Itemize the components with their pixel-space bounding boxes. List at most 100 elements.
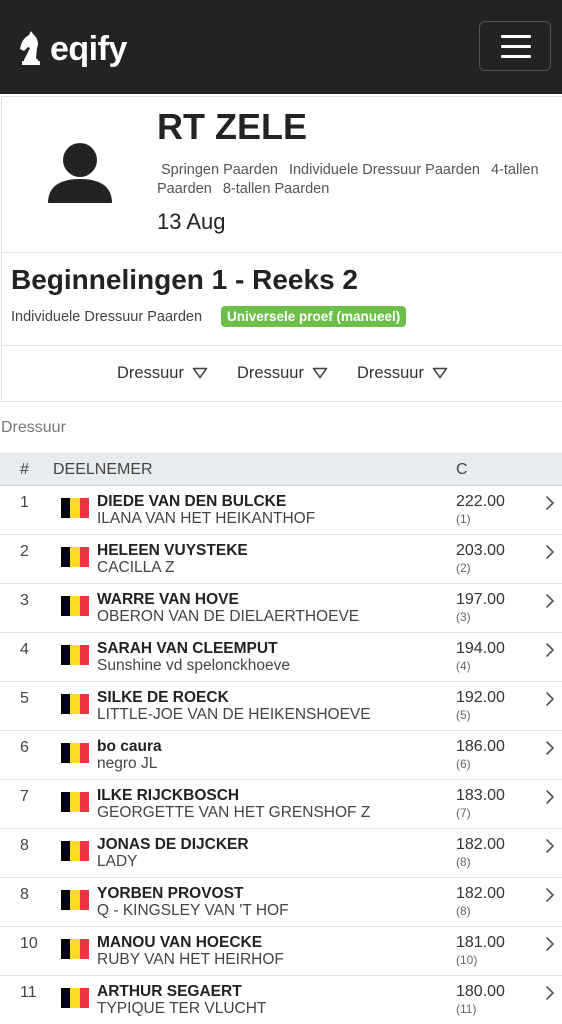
- hamburger-menu-button[interactable]: [479, 21, 551, 71]
- rider-name: MANOU VAN HOECKE: [97, 934, 263, 951]
- filter-dropdown-2[interactable]: Dressuur: [237, 363, 328, 383]
- horse-name: OBERON VAN DE DIELAERTHOEVE: [97, 608, 360, 625]
- score-placing: (6): [456, 757, 471, 771]
- hamburger-line: [501, 45, 531, 48]
- chevron-right-icon[interactable]: [544, 789, 556, 805]
- score-value: 194.00: [456, 640, 505, 657]
- score-placing: (4): [456, 659, 471, 673]
- horse-name: GEORGETTE VAN HET GRENSHOF Z: [97, 804, 371, 821]
- event-date: 13 Aug: [157, 209, 226, 234]
- table-row[interactable]: 7 ILKE RIJCKBOSCH GEORGETTE VAN HET GRENSH…: [0, 780, 562, 829]
- belgium-flag-icon: [61, 743, 89, 763]
- row-rank: 2: [20, 543, 29, 560]
- score-placing: (5): [456, 708, 471, 722]
- score-placing: (3): [456, 610, 471, 624]
- row-rank: 4: [20, 641, 29, 658]
- row-rank: 6: [20, 739, 29, 756]
- chevron-right-icon[interactable]: [544, 838, 556, 854]
- score-placing: (10): [456, 953, 478, 967]
- belgium-flag-icon: [61, 547, 89, 567]
- row-rank: 10: [20, 935, 38, 952]
- row-rank: 1: [20, 494, 29, 511]
- score-value: 180.00: [456, 983, 505, 1000]
- table-row[interactable]: 8 JONAS DE DIJCKER LADY 182.00 (8): [0, 829, 562, 878]
- rider-name: ARTHUR SEGAERT: [97, 983, 242, 1000]
- belgium-flag-icon: [61, 939, 89, 959]
- triangle-down-icon: [192, 367, 208, 379]
- table-row[interactable]: 4 SARAH VAN CLEEMPUT Sunshine vd spelonckh…: [0, 633, 562, 682]
- discipline-tag[interactable]: 8-tallen Paarden: [223, 181, 329, 197]
- table-row[interactable]: 10 MANOU VAN HOECKE RUBY VAN HET HEIRHOF 18…: [0, 927, 562, 976]
- chevron-right-icon[interactable]: [544, 936, 556, 952]
- score-value: 181.00: [456, 934, 505, 951]
- horse-name: CACILLA Z: [97, 559, 175, 576]
- row-rank: 3: [20, 592, 29, 609]
- rider-name: DIEDE VAN DEN BULCKE: [97, 493, 287, 510]
- score-placing: (11): [456, 1002, 477, 1016]
- chevron-right-icon[interactable]: [544, 593, 556, 609]
- user-avatar-icon: [48, 143, 112, 203]
- event-header: RT ZELE Springen Paarden Individuele Dre…: [1, 96, 562, 253]
- knight-chess-icon: [20, 31, 40, 65]
- event-disciplines: Springen Paarden Individuele Dressuur Pa…: [157, 161, 562, 199]
- hamburger-menu-icon: [501, 35, 531, 38]
- table-row[interactable]: 8 YORBEN PROVOST Q - KINGSLEY VAN 'T HOF 18…: [0, 878, 562, 927]
- score-placing: (8): [456, 904, 471, 918]
- score-value: 183.00: [456, 787, 505, 804]
- chevron-right-icon[interactable]: [544, 985, 556, 1001]
- table-row[interactable]: 6 bo caura negro JL 186.00 (6): [0, 731, 562, 780]
- rider-name: WARRE VAN HOVE: [97, 591, 239, 608]
- score-value: 182.00: [456, 836, 505, 853]
- table-row[interactable]: 3 WARRE VAN HOVE OBERON VAN DE DIELAERTHOE…: [0, 584, 562, 633]
- event-title: RT ZELE: [157, 106, 307, 147]
- table-row[interactable]: 1 DIEDE VAN DEN BULCKE ILANA VAN HET HEIKA…: [0, 486, 562, 535]
- belgium-flag-icon: [61, 694, 89, 714]
- horse-name: LADY: [97, 853, 138, 870]
- chevron-right-icon[interactable]: [544, 495, 556, 511]
- filter-dropdown-1[interactable]: Dressuur: [117, 363, 208, 383]
- brand-logo[interactable]: eqify: [18, 26, 127, 70]
- triangle-down-icon: [312, 367, 328, 379]
- test-type-badge: Universele proef (manueel): [221, 306, 407, 327]
- discipline-tag[interactable]: Springen Paarden: [161, 162, 278, 178]
- chevron-right-icon[interactable]: [544, 887, 556, 903]
- score-value: 197.00: [456, 591, 505, 608]
- score-value: 192.00: [456, 689, 505, 706]
- row-rank: 7: [20, 788, 29, 805]
- table-row[interactable]: 11 ARTHUR SEGAERT TYPIQUE TER VLUCHT 180.00…: [0, 976, 562, 1024]
- row-rank: 8: [20, 886, 29, 903]
- filter-dropdown-3[interactable]: Dressuur: [357, 363, 448, 383]
- score-value: 186.00: [456, 738, 505, 755]
- filter-label: Dressuur: [237, 364, 304, 382]
- belgium-flag-icon: [61, 988, 89, 1008]
- filter-bar: Dressuur Dressuur Dressuur: [1, 346, 562, 402]
- discipline-tag[interactable]: Individuele Dressuur Paarden: [289, 162, 480, 178]
- score-value: 203.00: [456, 542, 505, 559]
- belgium-flag-icon: [61, 645, 89, 665]
- table-row[interactable]: 2 HELEEN VUYSTEKE CACILLA Z 203.00 (2): [0, 535, 562, 584]
- chevron-right-icon[interactable]: [544, 544, 556, 560]
- chevron-right-icon[interactable]: [544, 740, 556, 756]
- belgium-flag-icon: [61, 841, 89, 861]
- score-placing: (1): [456, 512, 471, 526]
- results-table-header: # DEELNEMER C: [0, 453, 562, 486]
- row-rank: 8: [20, 837, 29, 854]
- score-placing: (8): [456, 855, 471, 869]
- score-placing: (2): [456, 561, 471, 575]
- top-navbar: eqify: [0, 0, 562, 94]
- horse-name: Sunshine vd spelonckhoeve: [97, 657, 291, 674]
- chevron-right-icon[interactable]: [544, 642, 556, 658]
- triangle-down-icon: [432, 367, 448, 379]
- column-header-participant: DEELNEMER: [53, 461, 153, 478]
- rider-name: bo caura: [97, 738, 162, 755]
- table-row[interactable]: 5 SILKE DE ROECK LITTLE-JOE VAN DE HEIKENS…: [0, 682, 562, 731]
- rider-name: YORBEN PROVOST: [97, 885, 244, 902]
- belgium-flag-icon: [61, 890, 89, 910]
- chevron-right-icon[interactable]: [544, 691, 556, 707]
- rider-name: ILKE RIJCKBOSCH: [97, 787, 240, 804]
- rider-name: SARAH VAN CLEEMPUT: [97, 640, 278, 657]
- horse-name: Q - KINGSLEY VAN 'T HOF: [97, 902, 289, 919]
- horse-name: TYPIQUE TER VLUCHT: [97, 1000, 267, 1017]
- hamburger-line: [501, 55, 531, 58]
- score-value: 222.00: [456, 493, 505, 510]
